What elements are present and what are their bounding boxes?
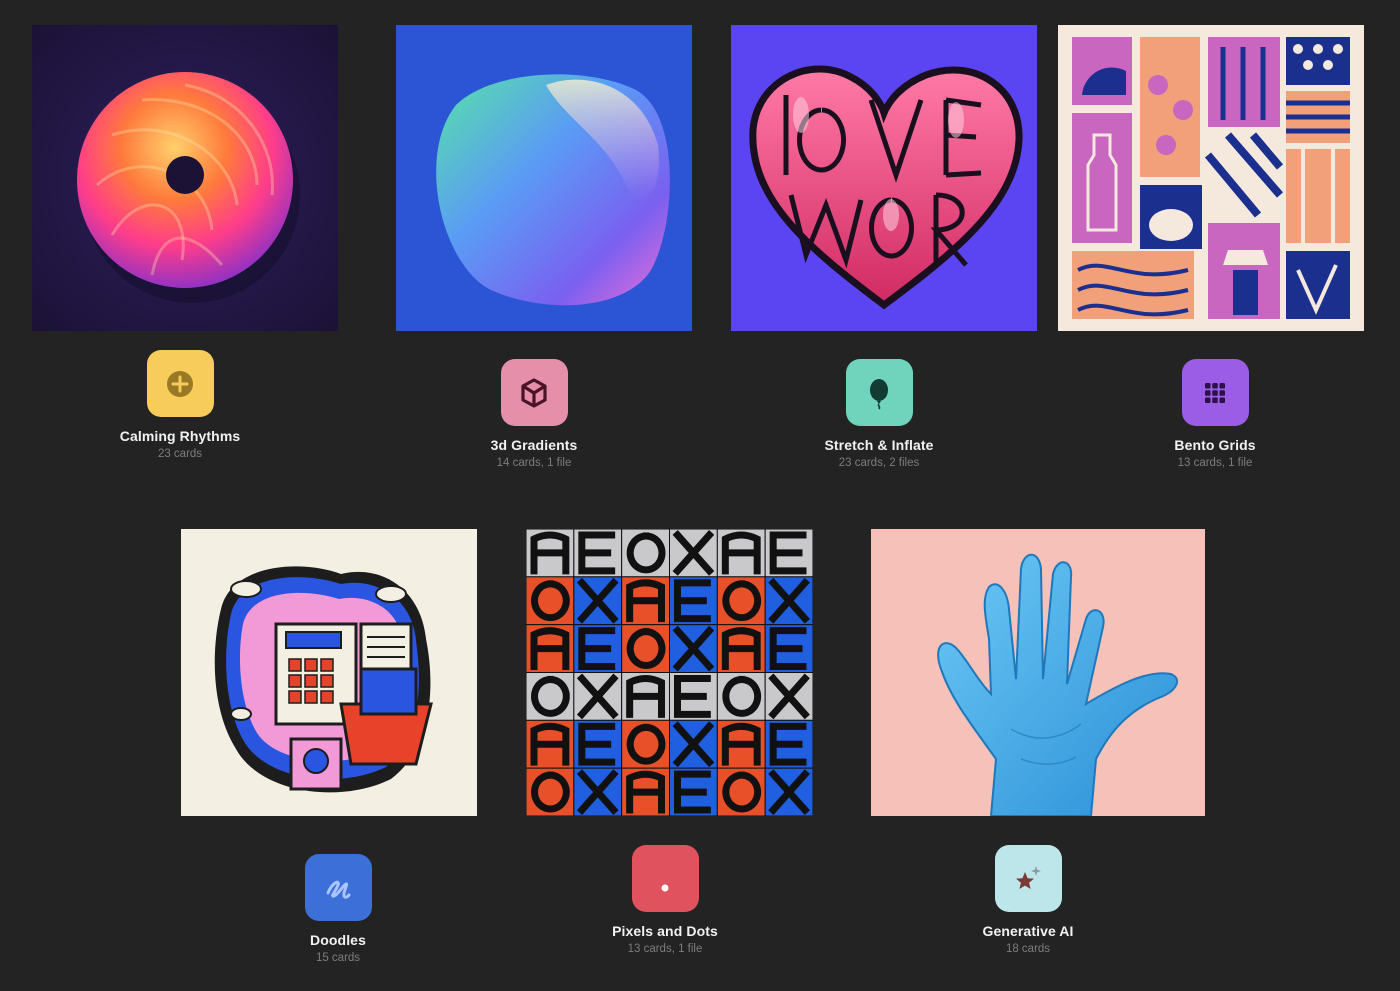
grid-icon[interactable]	[1181, 359, 1249, 426]
plus-icon[interactable]	[146, 350, 214, 417]
collection-meta: 13 cards, 1 file	[1177, 457, 1253, 469]
collection-meta: 23 cards, 2 files	[838, 457, 920, 469]
collection-meta: 15 cards	[315, 952, 361, 964]
love-more-heart-image[interactable]	[731, 25, 1037, 331]
collection-meta: 14 cards, 1 file	[496, 457, 572, 469]
swirl-donut-image[interactable]	[32, 25, 338, 331]
collection-title[interactable]: Pixels and Dots	[612, 923, 718, 939]
doodle-illustration-art	[181, 529, 477, 816]
doodle-illustration-image[interactable]	[181, 529, 477, 816]
collection-card-stretch-inflate[interactable]: Stretch & Inflate 23 cards, 2 files	[779, 359, 979, 469]
gradient-blob-art	[396, 25, 692, 331]
gradient-blob-image[interactable]	[396, 25, 692, 331]
collection-card-doodles[interactable]: Doodles 15 cards	[238, 854, 438, 964]
blue-glove-hand-image[interactable]	[871, 529, 1205, 816]
bento-collage-image[interactable]	[1058, 25, 1364, 331]
collection-meta: 13 cards, 1 file	[627, 943, 703, 955]
swirl-donut-art	[32, 25, 338, 331]
dot-icon[interactable]	[631, 845, 699, 912]
collection-title[interactable]: 3d Gradients	[491, 437, 578, 453]
collection-card-generative-ai[interactable]: Generative AI 18 cards	[928, 845, 1128, 955]
collection-card-bento-grids[interactable]: Bento Grids 13 cards, 1 file	[1115, 359, 1315, 469]
collection-title[interactable]: Doodles	[310, 932, 366, 948]
collection-title[interactable]: Calming Rhythms	[120, 428, 241, 444]
collection-title[interactable]: Stretch & Inflate	[824, 437, 933, 453]
collection-card-pixels-dots[interactable]: Pixels and Dots 13 cards, 1 file	[565, 845, 765, 955]
collection-title[interactable]: Bento Grids	[1174, 437, 1255, 453]
collection-title[interactable]: Generative AI	[982, 923, 1073, 939]
collection-meta: 18 cards	[1005, 943, 1051, 955]
sparkle-star-icon[interactable]	[994, 845, 1062, 912]
bento-collage-art	[1058, 25, 1364, 331]
balloon-icon[interactable]	[845, 359, 913, 426]
type-specimen-grid-art	[526, 529, 813, 816]
collection-card-3d-gradients[interactable]: 3d Gradients 14 cards, 1 file	[434, 359, 634, 469]
love-more-heart-art	[731, 25, 1037, 331]
collection-meta: 23 cards	[157, 448, 203, 460]
collection-card-calming-rhythms[interactable]: Calming Rhythms 23 cards	[80, 350, 280, 460]
scribble-icon[interactable]	[304, 854, 372, 921]
blue-glove-hand-art	[871, 529, 1205, 816]
cube-icon[interactable]	[500, 359, 568, 426]
type-specimen-grid-image[interactable]	[526, 529, 813, 816]
